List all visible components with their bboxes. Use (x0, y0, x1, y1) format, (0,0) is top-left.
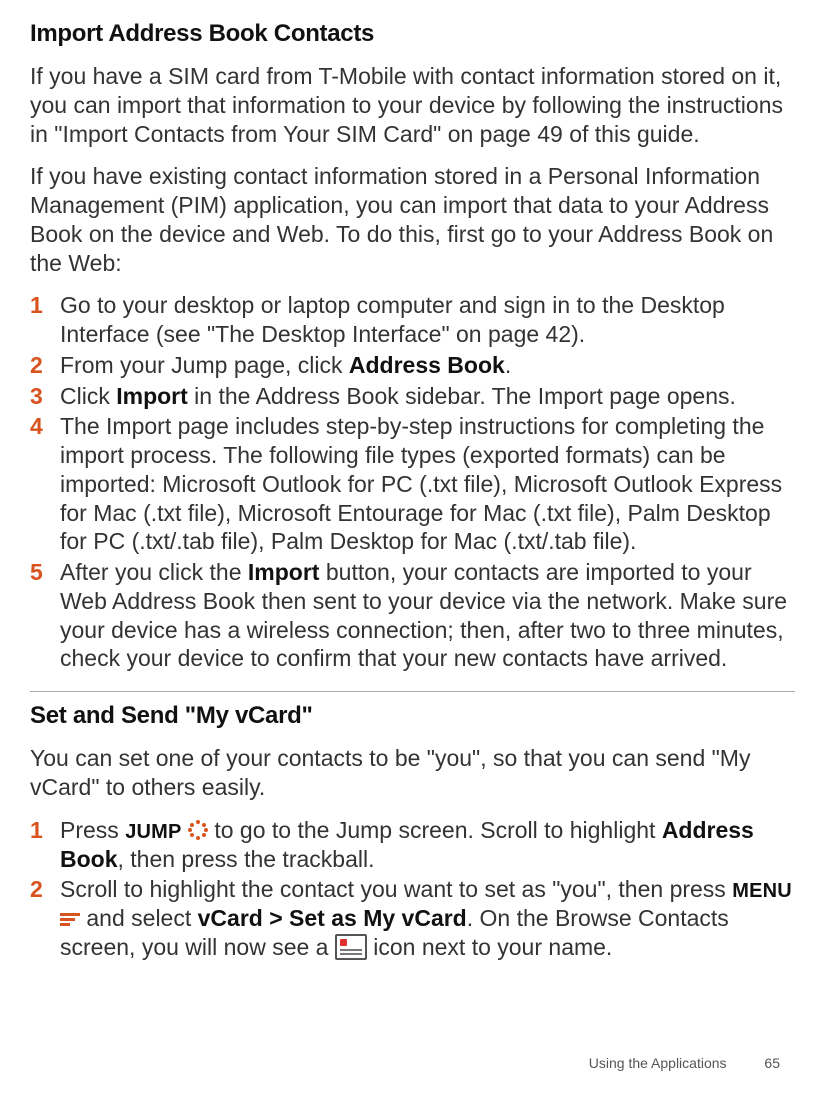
step-text-frag: to go to the Jump screen. Scroll to high… (208, 817, 662, 843)
divider (30, 691, 795, 692)
term-set-vcard: vCard > Set as My vCard (198, 905, 467, 931)
para-vcard-1: You can set one of your contacts to be "… (30, 744, 795, 802)
menu-icon (60, 913, 80, 927)
key-jump: JUMP (125, 821, 181, 843)
step-text-frag: Scroll to highlight the contact you want… (60, 876, 732, 902)
heading-import: Import Address Book Contacts (30, 20, 795, 48)
step-number: 1 (30, 816, 60, 874)
step-2: 2 Scroll to highlight the contact you wa… (30, 875, 795, 962)
step-3: 3 Click Import in the Address Book sideb… (30, 382, 795, 411)
step-number: 1 (30, 291, 60, 349)
step-text: From your Jump page, click Address Book. (60, 351, 795, 380)
step-text-frag: After you click the (60, 559, 248, 585)
step-2: 2 From your Jump page, click Address Boo… (30, 351, 795, 380)
step-text: Go to your desktop or laptop computer an… (60, 291, 795, 349)
para-import-1: If you have a SIM card from T-Mobile wit… (30, 62, 795, 148)
para-import-2: If you have existing contact information… (30, 162, 795, 277)
step-text-frag: Press (60, 817, 125, 843)
step-number: 3 (30, 382, 60, 411)
term-address-book: Address Book (349, 352, 505, 378)
step-text-frag: and select (80, 905, 198, 931)
step-number: 2 (30, 351, 60, 380)
step-number: 4 (30, 412, 60, 556)
step-text: Press JUMP to go to the Jump screen. Scr… (60, 816, 795, 874)
footer-chapter: Using the Applications (589, 1055, 727, 1071)
vcard-icon (335, 934, 367, 960)
footer: Using the Applications 65 (589, 1055, 780, 1071)
step-text-frag: From your Jump page, click (60, 352, 349, 378)
term-import: Import (248, 559, 320, 585)
step-5: 5 After you click the Import button, you… (30, 558, 795, 673)
term-import: Import (116, 383, 188, 409)
step-text: Scroll to highlight the contact you want… (60, 875, 795, 962)
page: Import Address Book Contacts If you have… (0, 0, 825, 1097)
step-text-frag: Click (60, 383, 116, 409)
step-text: After you click the Import button, your … (60, 558, 795, 673)
steps-import: 1 Go to your desktop or laptop computer … (30, 291, 795, 673)
steps-vcard: 1 Press JUMP to go to the Jump screen. S… (30, 816, 795, 962)
step-text-frag: . (505, 352, 511, 378)
step-text: Click Import in the Address Book sidebar… (60, 382, 795, 411)
step-text-frag: , then press the trackball. (118, 846, 375, 872)
jump-icon (188, 820, 208, 840)
step-text: The Import page includes step-by-step in… (60, 412, 795, 556)
key-menu: MENU (732, 880, 792, 902)
step-1: 1 Go to your desktop or laptop computer … (30, 291, 795, 349)
footer-page-number: 65 (764, 1055, 780, 1071)
step-text-frag: in the Address Book sidebar. The Import … (188, 383, 736, 409)
step-1: 1 Press JUMP to go to the Jump screen. S… (30, 816, 795, 874)
step-number: 2 (30, 875, 60, 962)
step-text-frag: icon next to your name. (367, 934, 612, 960)
heading-vcard: Set and Send "My vCard" (30, 702, 795, 730)
step-number: 5 (30, 558, 60, 673)
step-4: 4 The Import page includes step-by-step … (30, 412, 795, 556)
